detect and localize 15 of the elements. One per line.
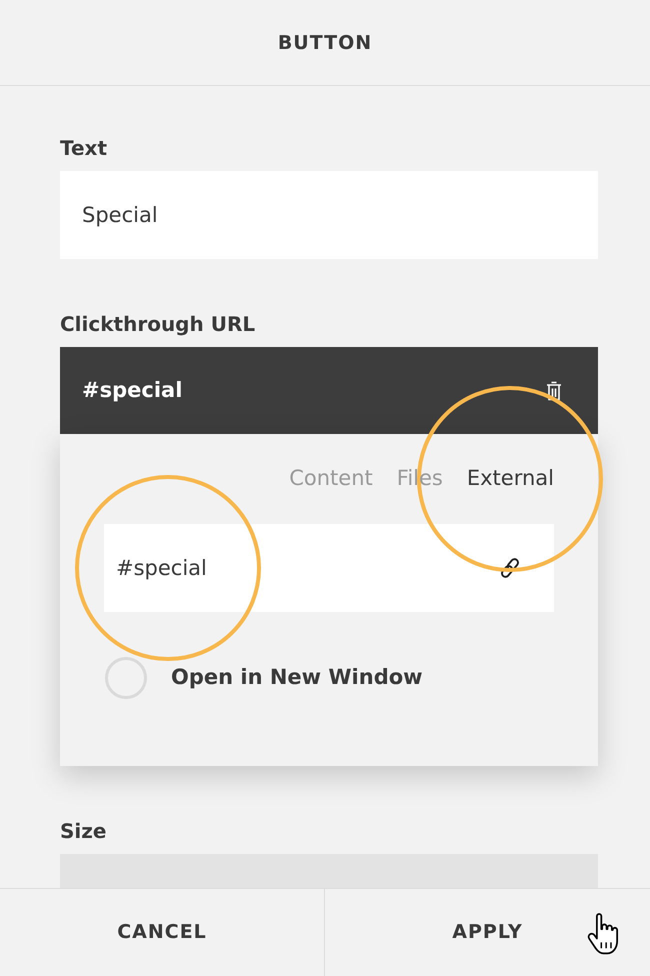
option-label: Open in New Window [171,664,423,692]
url-input[interactable]: #special [104,524,554,612]
text-input[interactable]: Special [60,171,598,259]
url-value: #special [82,376,182,404]
url-bar[interactable]: #special [60,347,598,434]
field-label: Clickthrough URL [60,312,256,336]
link-icon [498,555,522,581]
link-type-tab[interactable]: External [466,465,554,491]
field-label: Size [60,819,106,843]
footer-button[interactable]: CANCEL [0,889,325,976]
dialog-title: BUTTON [278,30,372,54]
trash-icon[interactable] [546,380,562,400]
radio-button[interactable] [105,657,147,699]
footer-button[interactable]: APPLY [325,889,650,976]
field-label: Text [60,136,108,160]
